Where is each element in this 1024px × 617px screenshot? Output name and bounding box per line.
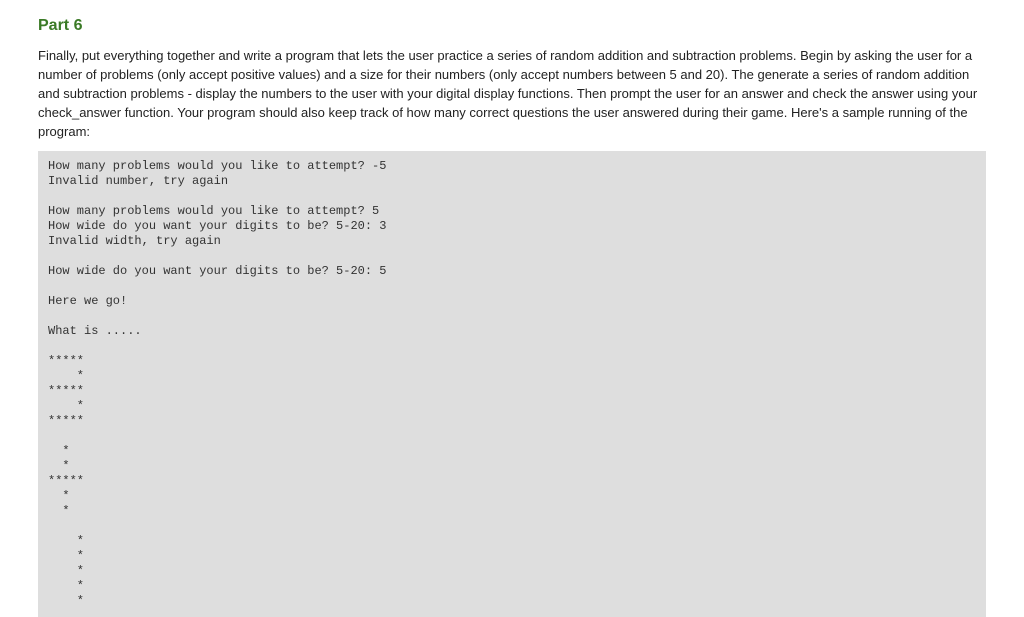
document-page: Part 6 Finally, put everything together … (0, 0, 1024, 617)
sample-output-block: How many problems would you like to atte… (38, 151, 986, 617)
section-heading: Part 6 (38, 14, 986, 37)
instructions-paragraph: Finally, put everything together and wri… (38, 47, 986, 141)
